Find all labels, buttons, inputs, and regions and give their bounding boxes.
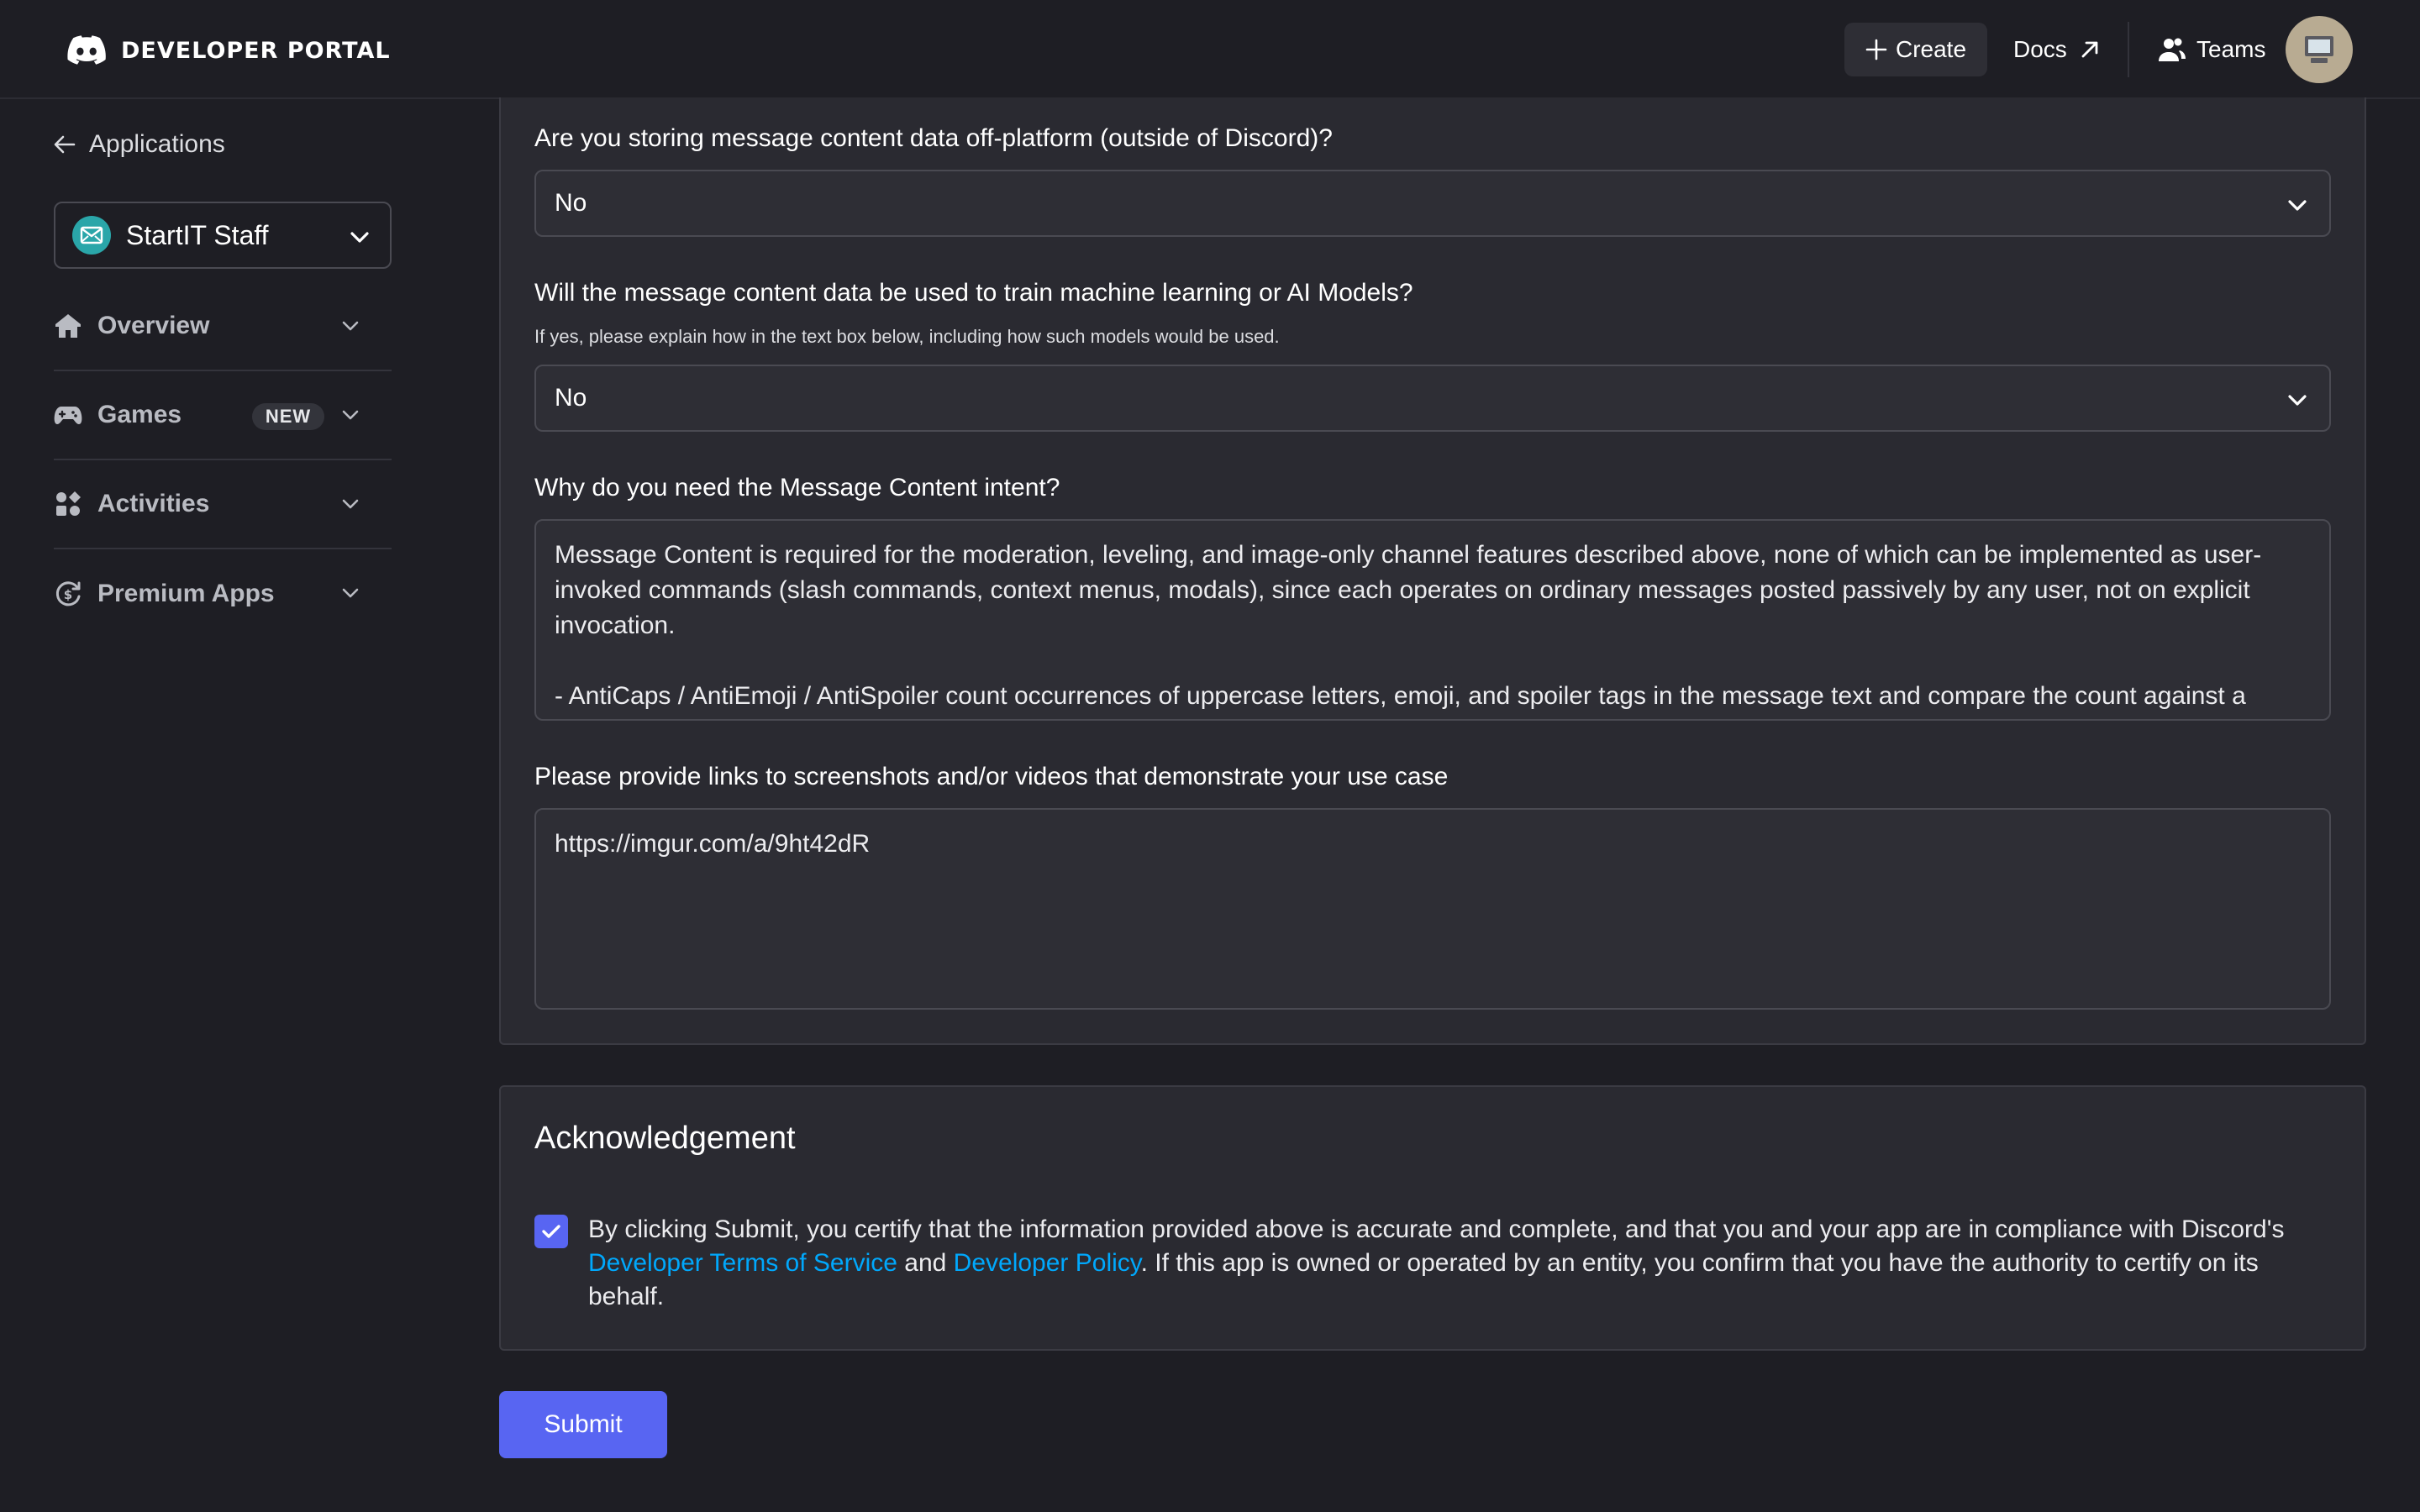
back-label: Applications (89, 130, 225, 158)
developer-policy-link[interactable]: Developer Policy (954, 1249, 1141, 1277)
docs-link[interactable]: Docs (2013, 23, 2101, 76)
back-to-applications-link[interactable]: Applications (52, 126, 225, 163)
sidebar-item-games[interactable]: Games NEW (54, 371, 392, 460)
app-avatar (72, 216, 111, 255)
chevron-down-icon (342, 410, 359, 420)
plus-icon (1865, 39, 1887, 60)
docs-label: Docs (2013, 36, 2067, 62)
ml-question-label: Will the message content data be used to… (534, 279, 1413, 307)
external-arrow-icon (2081, 41, 2098, 58)
chevron-down-icon (2288, 200, 2307, 211)
sidebar-item-overview[interactable]: Overview (54, 282, 392, 371)
links-textarea[interactable]: https://imgur.com/a/9ht42dR (534, 808, 2331, 1010)
acknowledgement-title: Acknowledgement (534, 1121, 796, 1156)
developer-terms-link[interactable]: Developer Terms of Service (588, 1249, 897, 1277)
app-name: StartIT Staff (126, 219, 269, 250)
sidebar-item-premium-apps[interactable]: $ Premium Apps (54, 549, 392, 638)
application-selector[interactable]: StartIT Staff (54, 202, 392, 269)
ml-select[interactable]: No (534, 365, 2331, 432)
teams-link[interactable]: Teams (2158, 23, 2265, 76)
chevron-down-icon (342, 321, 359, 331)
acknowledgement-checkbox[interactable] (534, 1215, 568, 1248)
ack-text-part: and (897, 1249, 954, 1277)
links-question-label: Please provide links to screenshots and/… (534, 763, 1449, 790)
premium-icon: $ (54, 580, 82, 608)
chevron-down-icon (2288, 395, 2307, 406)
sidebar-item-label: Games (97, 401, 182, 428)
gamepad-icon (54, 401, 82, 429)
ml-select-value: No (555, 384, 587, 412)
chevron-down-icon (342, 588, 359, 598)
svg-text:$: $ (64, 587, 72, 602)
user-avatar[interactable] (2286, 16, 2353, 83)
header-divider (2128, 22, 2129, 77)
arrow-left-icon (54, 135, 76, 154)
home-icon (54, 312, 82, 340)
new-badge: NEW (252, 403, 324, 430)
checkmark-icon (542, 1225, 560, 1238)
submit-button[interactable]: Submit (499, 1391, 667, 1458)
top-bar: DEVELOPER PORTAL Create Docs Teams (0, 0, 2420, 99)
teams-label: Teams (2196, 36, 2266, 62)
brand-logo[interactable]: DEVELOPER PORTAL (67, 32, 391, 69)
ml-question-help: If yes, please explain how in the text b… (534, 326, 1280, 347)
why-intent-textarea[interactable]: Message Content is required for the mode… (534, 519, 2331, 721)
activities-icon (54, 490, 82, 518)
offplatform-question-label: Are you storing message content data off… (534, 124, 1333, 152)
chevron-down-icon (350, 232, 369, 243)
why-intent-paragraph: Message Content is required for the mode… (555, 541, 2262, 639)
chevron-down-icon (342, 499, 359, 509)
brand-text: DEVELOPER PORTAL (121, 37, 391, 64)
create-button[interactable]: Create (1844, 23, 1987, 76)
sidebar-item-activities[interactable]: Activities (54, 460, 392, 549)
discord-logo-icon (67, 35, 106, 65)
offplatform-select-value: No (555, 189, 587, 217)
sidebar-item-label: Activities (97, 490, 210, 517)
sidebar-item-label: Overview (97, 312, 210, 339)
links-textarea-value: https://imgur.com/a/9ht42dR (555, 830, 871, 858)
create-label: Create (1895, 36, 1967, 62)
why-intent-paragraph: - AntiCaps / AntiEmoji / AntiSpoiler cou… (555, 682, 2246, 710)
people-icon (2159, 38, 2186, 61)
sidebar-item-label: Premium Apps (97, 580, 275, 607)
computer-icon (2305, 36, 2333, 63)
why-intent-question-label: Why do you need the Message Content inte… (534, 474, 1060, 501)
ack-text-part: By clicking Submit, you certify that the… (588, 1215, 2285, 1243)
envelope-icon (80, 226, 103, 244)
offplatform-select[interactable]: No (534, 170, 2331, 237)
acknowledgement-text: By clicking Submit, you certify that the… (588, 1213, 2336, 1314)
